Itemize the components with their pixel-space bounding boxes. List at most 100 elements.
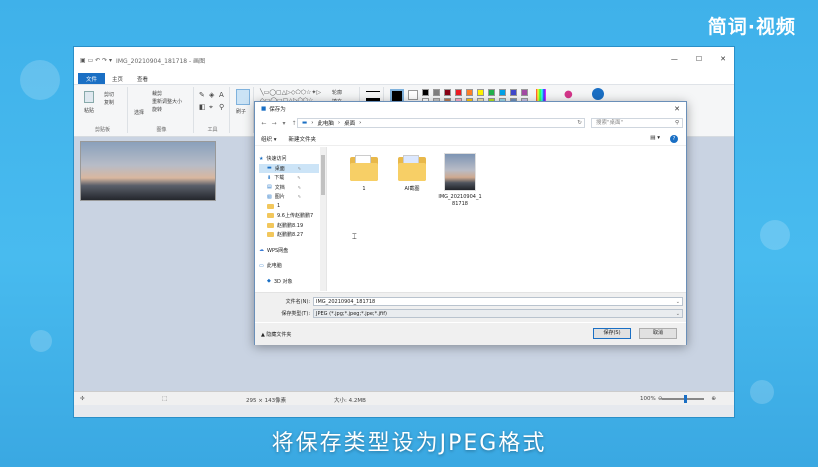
folder-icon [267,232,274,237]
zoom-level: 100% [640,396,656,402]
pencil-icon[interactable]: ✎ [199,91,205,99]
quick-access-icons[interactable]: ▣ ▭ ↶ ↷ ▾ [80,57,112,64]
paste-icon[interactable] [84,91,94,103]
nav-item-label: 快速访问 [266,156,287,162]
filename-input[interactable]: IMG_20210904_181718 ⌄ [313,297,683,306]
palette-swatch[interactable] [488,89,495,96]
help-icon[interactable]: ? [670,135,678,143]
minimize-button[interactable]: — [671,55,678,63]
magnifier-icon[interactable]: ⚲ [219,103,224,111]
organize-button[interactable]: 组织 ▾ [261,135,277,143]
crop-button[interactable]: 裁剪 [152,90,162,97]
breadcrumb-desktop[interactable]: 桌面 [344,119,355,127]
nav-item[interactable]: 9.6上传赵鹏鹏7 [259,211,313,220]
pin-icon[interactable]: ✎ [298,185,301,190]
filetype-label: 保存类型(T): [281,311,310,317]
pin-icon[interactable]: ✎ [298,194,301,199]
pin-icon[interactable]: ✎ [297,175,300,180]
fill-icon[interactable]: ◈ [209,91,214,99]
refresh-icon[interactable]: ↻ [577,120,582,126]
chevron-down-icon[interactable]: ⌄ [676,298,680,306]
palette-swatch[interactable] [466,89,473,96]
rotate-button[interactable]: 旋转 [152,106,162,113]
copy-button[interactable]: 复制 [104,99,114,106]
search-input[interactable]: 搜索"桌面" ⚲ [591,118,683,128]
palette-swatch[interactable] [444,89,451,96]
nav-item[interactable]: 赵鹏鹏8.19 [259,221,303,230]
address-bar[interactable]: ▬ › 此电脑 › 桌面 › ↻ [297,118,585,128]
file-name: AI截图 [404,186,420,192]
eraser-icon[interactable]: ◧ [199,103,206,111]
nav-item[interactable]: 赵鹏鹏8.27 [259,230,303,239]
bg-bubble [20,60,60,100]
folder-icon [350,155,378,181]
shapes-gallery-icon[interactable]: ╲▭◯▢△▷◇⬠⬡☆✦▷ [260,89,321,96]
palette-swatch[interactable] [433,89,440,96]
pc-icon: ▭ [259,262,264,269]
filetype-select[interactable]: JPEG (*.jpg;*.jpeg;*.jpe;*.jfif) ⌄ [313,309,683,318]
nav-item[interactable]: ▬ 桌面 ✎ [259,163,319,173]
file-item-folder-ai[interactable]: AI截图 [388,155,436,193]
nav-item[interactable]: ▭ 此电脑 [259,261,282,270]
maximize-button[interactable]: ☐ [696,55,702,63]
canvas-image[interactable] [80,141,216,201]
pin-icon[interactable]: ✎ [298,166,301,171]
picker-icon[interactable]: ⌖ [209,103,213,112]
cancel-button[interactable]: 取消 [639,328,677,339]
new-folder-button[interactable]: 新建文件夹 [289,135,317,143]
close-button[interactable]: ✕ [720,55,726,63]
file-name: 1 [362,186,366,192]
text-icon[interactable]: A [219,91,224,99]
hide-folders-button[interactable]: ▲ 隐藏文件夹 [261,331,291,338]
nav-item[interactable]: ▤ 文档 ✎ [259,183,301,192]
cut-button[interactable]: 剪切 [104,91,114,98]
nav-scrollbar-thumb[interactable] [321,155,325,195]
nav-item[interactable]: ▧ 图片 ✎ [259,192,301,201]
nav-scrollbar[interactable] [320,147,326,291]
chevron-down-icon[interactable]: ⌄ [676,310,680,318]
breadcrumb-pc[interactable]: 此电脑 [317,119,334,127]
nav-item[interactable]: ⬇ 下载 ✎ [259,173,301,182]
palette-swatch[interactable] [455,89,462,96]
dialog-title-bar: ■ 保存为 ✕ [255,102,686,116]
search-icon[interactable]: ⚲ [675,119,679,128]
color2-swatch[interactable] [408,90,418,100]
clipboard-group: 粘贴 剪切 复制 剪贴板 [78,87,128,133]
resize-button[interactable]: 重新调整大小 [152,98,182,105]
size-icon[interactable] [366,91,380,101]
select-button[interactable]: 选择 [134,109,144,116]
tab-home[interactable]: 主页 [105,75,130,83]
nav-item[interactable]: ☁ WPS网盘 [259,246,288,255]
zoom-slider[interactable] [662,395,704,403]
info-icon[interactable] [592,88,604,100]
dialog-close-button[interactable]: ✕ [674,105,680,113]
view-options-icon[interactable]: ▤ ▾ [650,135,660,143]
brush-button[interactable]: 刷子 [236,108,246,115]
forward-icon[interactable]: → [269,120,279,127]
zoom-slider-thumb[interactable] [684,395,687,403]
paint3d-icon[interactable]: ● [564,89,573,100]
file-item-image[interactable]: IMG_20210904_181718 [436,153,484,208]
nav-item[interactable]: 1 [259,202,280,211]
outline-button[interactable]: 轮廓 [332,89,342,96]
nav-item[interactable]: ★ 快速访问 [259,154,287,163]
image-group: 选择 裁剪 重新调整大小 旋转 图像 [130,87,194,133]
palette-swatch[interactable] [521,89,528,96]
tab-file[interactable]: 文件 [78,73,106,84]
tab-view[interactable]: 查看 [130,75,155,83]
save-button[interactable]: 保存(S) [593,328,631,339]
palette-swatch[interactable] [477,89,484,96]
palette-swatch[interactable] [510,89,517,96]
zoom-in-icon[interactable]: ⊕ [711,396,716,402]
palette-swatch[interactable] [499,89,506,96]
nav-item[interactable]: ◆ 3D 对象 [259,277,292,286]
edit-colors-icon[interactable] [536,89,546,101]
file-item-folder-1[interactable]: 1 [340,155,388,193]
palette-swatch[interactable] [422,89,429,96]
back-icon[interactable]: ← [259,120,269,127]
brush-icon[interactable] [236,89,250,105]
recent-chevron-icon[interactable]: ▾ [279,120,289,127]
mouse-cursor-icon: ⌶ [352,232,357,241]
paste-button[interactable]: 粘贴 [84,107,94,114]
nav-item-label: 桌面 [274,165,285,172]
